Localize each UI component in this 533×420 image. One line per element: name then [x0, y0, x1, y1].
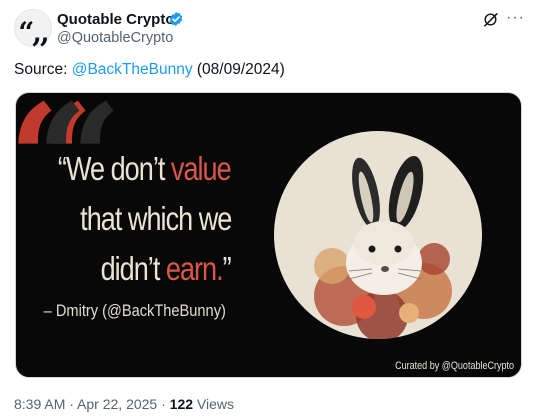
bunny-icon — [314, 155, 452, 339]
tweet-text-suffix: (08/09/2024) — [192, 61, 285, 78]
bunny-illustration — [274, 131, 482, 339]
quote-line-3-a: didn’t — [100, 250, 167, 287]
more-options-icon[interactable]: ··· — [506, 9, 525, 27]
tweet-date[interactable]: Apr 22, 2025 — [77, 396, 157, 412]
grok-icon[interactable] — [482, 11, 499, 28]
tweet-time[interactable]: 8:39 AM — [14, 396, 65, 412]
quote-attribution: – Dmitry (@BackTheBunny) — [43, 301, 226, 320]
quote-line-2: that which we — [79, 200, 232, 237]
quote-line-1-a: “We don’t — [58, 150, 172, 187]
tweet-text-prefix: Source: — [14, 61, 72, 78]
quote-line-1: “We don’t value — [58, 150, 232, 188]
avatar[interactable]: “,, — [14, 9, 52, 47]
tweet-meta: 8:39 AM · Apr 22, 2025 · 122 Views — [14, 396, 234, 412]
author-name[interactable]: Quotable Crypto — [57, 11, 175, 28]
author-handle[interactable]: @QuotableCrypto — [57, 30, 173, 46]
quote-word-value: value — [171, 150, 232, 187]
views-count: 122 — [169, 396, 194, 412]
tweet-text: Source: @BackTheBunny (08/09/2024) — [14, 61, 285, 79]
views-label: Views — [193, 396, 235, 412]
quote-line-3-c: ” — [222, 250, 232, 287]
quote-image[interactable]: “ “ “We don’t value that which we didn’t… — [15, 92, 522, 378]
meta-separator-2: · — [157, 396, 170, 412]
mention-link[interactable]: @BackTheBunny — [72, 61, 193, 78]
curated-by-label: Curated by @QuotableCrypto — [395, 360, 514, 372]
meta-separator-1: · — [65, 396, 78, 412]
quote-line-3: didn’t earn.” — [100, 250, 232, 288]
quote-word-earn: earn. — [166, 250, 224, 287]
avatar-quote-glyph: “,, — [18, 16, 50, 49]
verified-badge-icon — [169, 12, 183, 26]
